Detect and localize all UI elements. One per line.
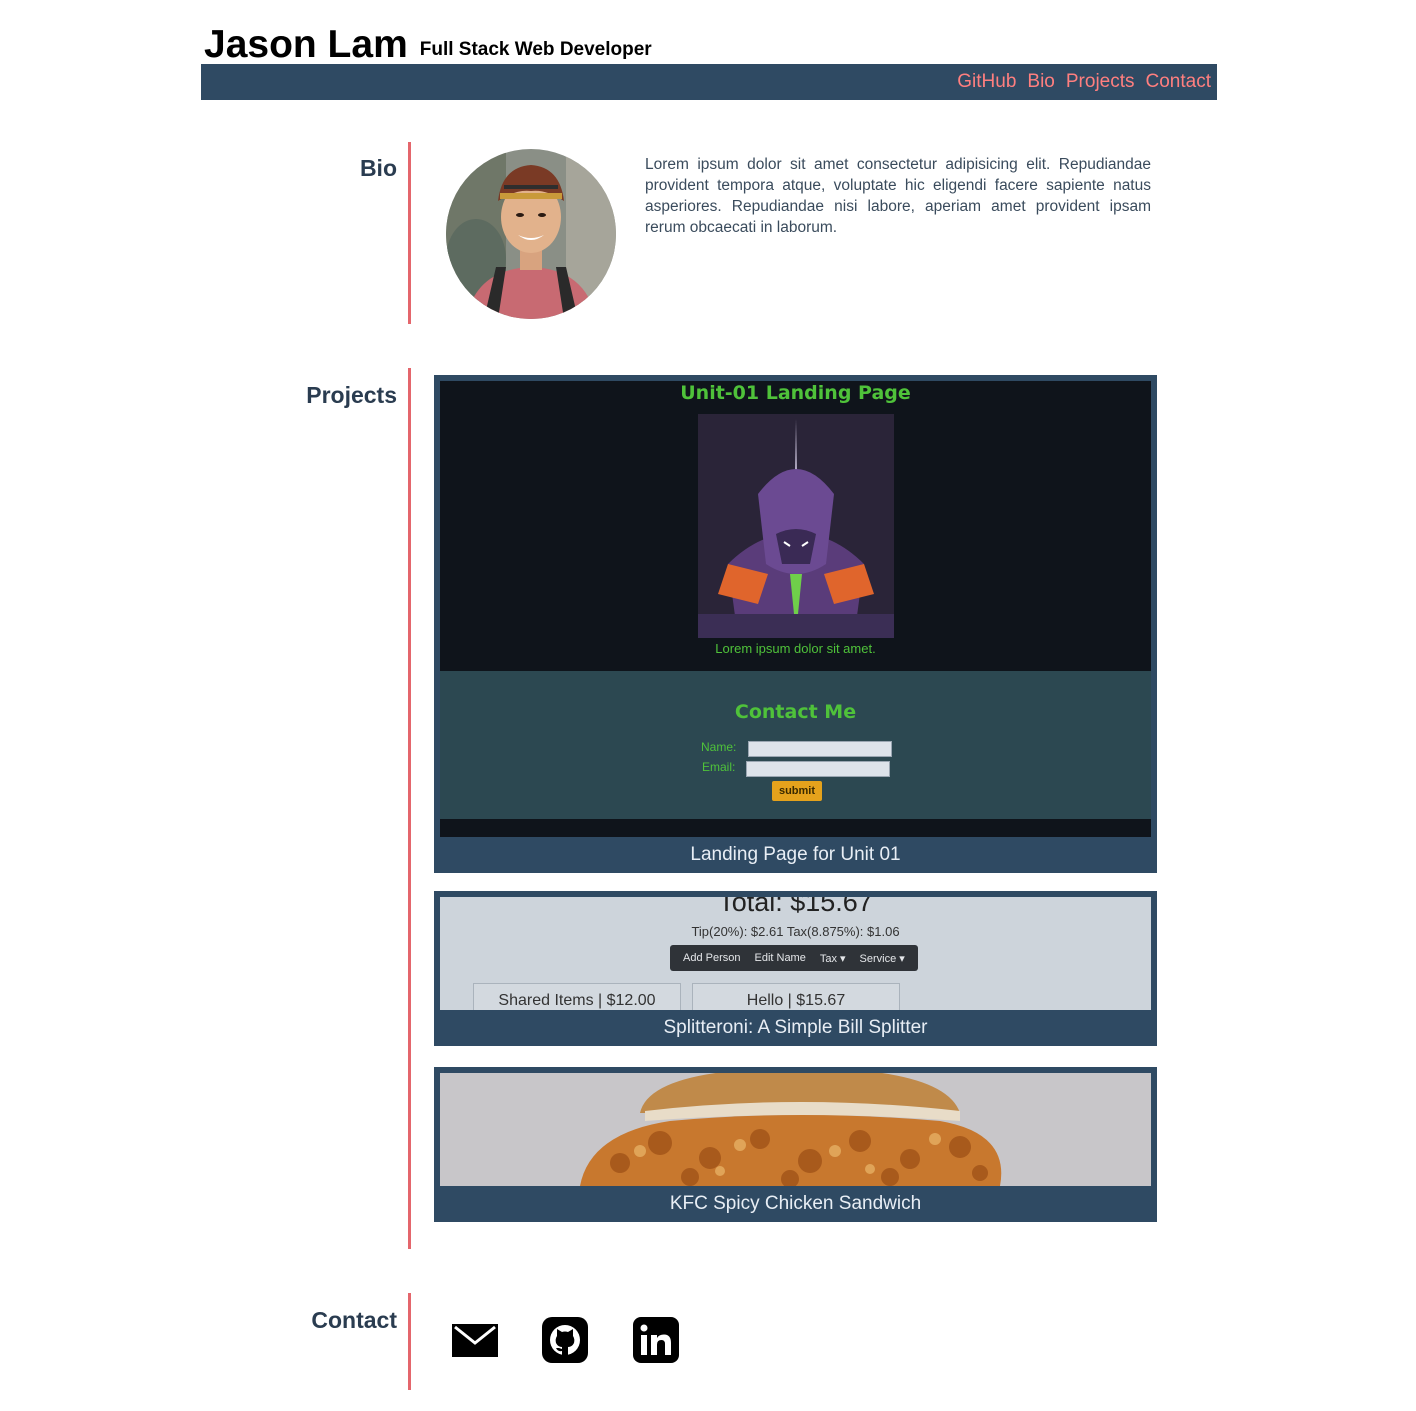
splitteroni-total: Total: $15.67 (718, 897, 873, 917)
nav-link-projects[interactable]: Projects (1066, 71, 1135, 93)
bio-heading: Bio (359, 155, 397, 181)
site-name: Jason Lam (204, 23, 408, 66)
nav-link-contact[interactable]: Contact (1146, 71, 1211, 93)
github-icon[interactable] (541, 1316, 589, 1364)
project-screenshot-kfc (440, 1073, 1151, 1186)
unit01-contact-title: Contact Me (734, 701, 857, 723)
nav-link-bio[interactable]: Bio (1027, 71, 1054, 93)
projects-heading: Projects (306, 382, 397, 408)
unit01-email-input (746, 761, 890, 777)
project-screenshot-splitteroni: Total: $15.67 Tip(20%): $2.61 Tax(8.875%… (440, 897, 1151, 1010)
linkedin-icon[interactable] (632, 1316, 680, 1364)
project-card-unit01[interactable]: Unit-01 Landing Page Lorem ipsum dolor s… (434, 375, 1157, 873)
mail-icon[interactable] (451, 1316, 499, 1364)
profile-photo (446, 149, 616, 319)
contact-heading: Contact (311, 1307, 397, 1333)
splitteroni-tips: Tip(20%): $2.61 Tax(8.875%): $1.06 (691, 924, 900, 939)
splitteroni-edit-name: Edit Name (754, 952, 806, 964)
splitteroni-shared-items: Shared Items | $12.00 (473, 983, 681, 1010)
splitteroni-service: Service ▾ (859, 952, 905, 965)
navbar: GitHub Bio Projects Contact (201, 64, 1217, 100)
unit01-name-input (748, 741, 892, 757)
unit01-image-caption: Lorem ipsum dolor sit amet. (715, 641, 876, 656)
bio-text: Lorem ipsum dolor sit amet consectetur a… (645, 156, 1151, 236)
chicken-sandwich-image (440, 1073, 1151, 1186)
unit01-name-label: Name: (701, 740, 737, 754)
site-subtitle: Full Stack Web Developer (419, 39, 652, 60)
unit01-mecha-image (698, 414, 894, 638)
unit01-footer-bar (440, 819, 1151, 837)
unit01-email-label: Email: (702, 760, 736, 774)
splitteroni-add-person: Add Person (683, 952, 741, 964)
project-card-kfc[interactable]: KFC Spicy Chicken Sandwich (434, 1067, 1157, 1222)
project-caption: Splitteroni: A Simple Bill Splitter (663, 1017, 928, 1038)
bio-divider (408, 142, 411, 324)
unit01-title: Unit-01 Landing Page (680, 382, 911, 404)
site-header: Jason Lam Full Stack Web Developer (204, 18, 652, 64)
project-caption: Landing Page for Unit 01 (690, 844, 901, 865)
splitteroni-person-box: Hello | $15.67 (692, 983, 900, 1010)
splitteroni-tax: Tax ▾ (819, 952, 846, 965)
unit01-contact-form: Contact Me Name: Email: submit (440, 671, 1151, 819)
project-caption: KFC Spicy Chicken Sandwich (669, 1193, 922, 1214)
splitteroni-toolbar: Add Person Edit Name Tax ▾ Service ▾ (670, 945, 918, 971)
contact-divider (408, 1293, 411, 1390)
project-card-splitteroni[interactable]: Total: $15.67 Tip(20%): $2.61 Tax(8.875%… (434, 891, 1157, 1046)
nav-link-github[interactable]: GitHub (957, 71, 1016, 93)
unit01-submit-button: submit (772, 781, 822, 801)
project-screenshot-unit01: Unit-01 Landing Page Lorem ipsum dolor s… (440, 381, 1151, 837)
projects-divider (408, 368, 411, 1249)
